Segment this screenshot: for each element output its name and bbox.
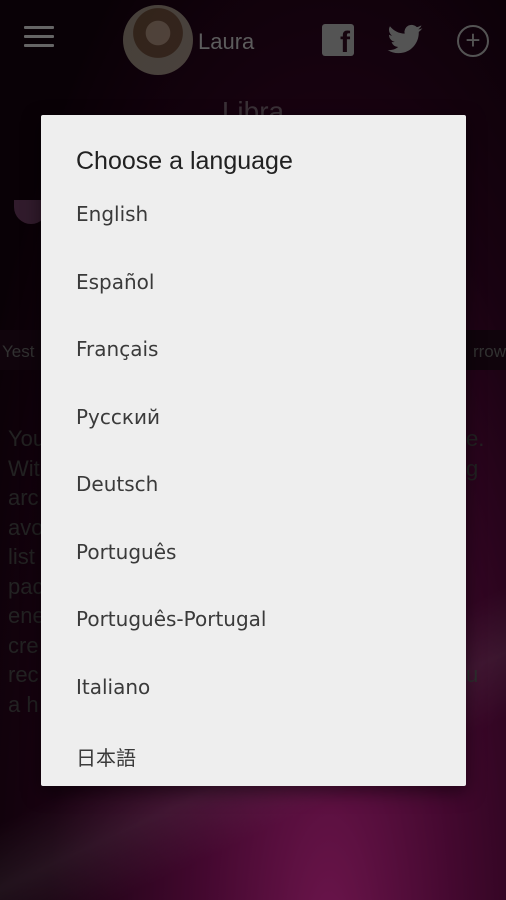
- language-option-spanish[interactable]: Español: [41, 247, 466, 315]
- language-option-italian[interactable]: Italiano: [41, 652, 466, 720]
- language-option-german[interactable]: Deutsch: [41, 449, 466, 517]
- language-option-french[interactable]: Français: [41, 314, 466, 382]
- language-list: English Español Français Русский Deutsch…: [41, 179, 466, 787]
- language-option-japanese[interactable]: 日本語: [41, 719, 466, 787]
- dialog-title: Choose a language: [76, 147, 293, 175]
- language-option-portuguese[interactable]: Português: [41, 517, 466, 585]
- language-option-portuguese-portugal[interactable]: Português-Portugal: [41, 584, 466, 652]
- language-option-russian[interactable]: Русский: [41, 382, 466, 450]
- language-dialog: Choose a language English Español França…: [41, 115, 466, 786]
- language-option-english[interactable]: English: [41, 179, 466, 247]
